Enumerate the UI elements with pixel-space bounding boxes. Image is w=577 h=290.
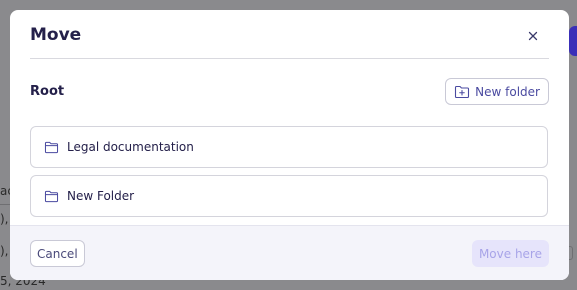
cancel-button[interactable]: Cancel xyxy=(30,240,85,267)
new-folder-label: New folder xyxy=(475,84,540,99)
close-icon xyxy=(528,31,538,41)
move-here-button[interactable]: Move here xyxy=(471,240,549,267)
folder-name: Legal documentation xyxy=(67,140,194,154)
dialog-title: Move xyxy=(30,25,82,45)
folder-item[interactable]: Legal documentation xyxy=(30,126,548,168)
dialog-header: Move xyxy=(10,10,569,58)
folder-icon xyxy=(44,190,59,203)
close-button[interactable] xyxy=(525,28,541,44)
header-divider xyxy=(30,58,549,59)
folder-name: New Folder xyxy=(67,189,135,203)
folder-plus-icon xyxy=(455,85,470,98)
new-folder-button[interactable]: New folder xyxy=(445,78,549,105)
move-dialog: Move Root New folder Legal documentation xyxy=(10,10,569,280)
folder-icon xyxy=(44,141,59,154)
current-location-label: Root xyxy=(30,84,65,99)
folder-list: Legal documentation New Folder xyxy=(30,126,548,224)
folder-item[interactable]: New Folder xyxy=(30,175,548,217)
background-primary-button xyxy=(569,26,577,56)
dialog-footer: Cancel Move here xyxy=(10,225,569,280)
